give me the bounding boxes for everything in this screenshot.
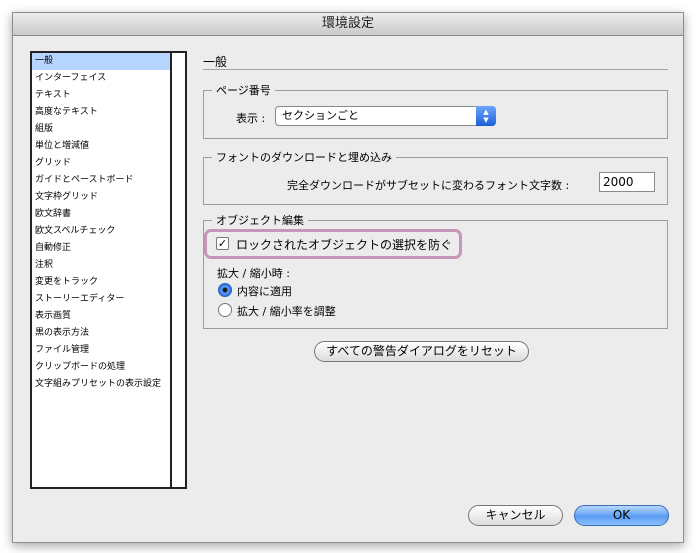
adjust-percentage-label[interactable]: 拡大 / 縮小率を調整: [237, 303, 336, 319]
prevent-selection-label[interactable]: ロックされたオブジェクトの選択を防ぐ: [236, 236, 452, 253]
font-download-label: フォントのダウンロードと埋め込み: [212, 149, 396, 165]
object-editing-label: オブジェクト編集: [212, 212, 308, 228]
apply-to-content-label[interactable]: 内容に適用: [237, 283, 292, 299]
sidebar-item[interactable]: 注釈: [32, 257, 170, 274]
adjust-percentage-radio[interactable]: [218, 303, 232, 317]
cancel-button[interactable]: キャンセル: [468, 505, 563, 526]
sidebar-item[interactable]: ストーリーエディター: [32, 291, 170, 308]
sidebar-item[interactable]: 欧文辞書: [32, 206, 170, 223]
sidebar-item[interactable]: インターフェイス: [32, 70, 170, 87]
sidebar-item[interactable]: ファイル管理: [32, 342, 170, 359]
reset-warnings-button[interactable]: すべての警告ダイアログをリセット: [314, 341, 529, 362]
page-numbering-label: ページ番号: [212, 82, 275, 98]
preferences-window: 環境設定 一般 インターフェイス テキスト 高度なテキスト 組版 単位と増減値 グリッド ガイ…: [12, 12, 684, 543]
prevent-selection-checkbox[interactable]: ✓: [216, 237, 229, 250]
font-threshold-label: 完全ダウンロードがサブセットに変わるフォント文字数 :: [287, 179, 570, 192]
category-list-items: 一般 インターフェイス テキスト 高度なテキスト 組版 単位と増減値 グリッド ガイドとペース…: [32, 53, 170, 393]
window-title: 環境設定: [13, 13, 683, 36]
category-list[interactable]: 一般 インターフェイス テキスト 高度なテキスト 組版 単位と増減値 グリッド ガイドとペース…: [30, 51, 187, 489]
sidebar-item[interactable]: 自動修正: [32, 240, 170, 257]
sidebar-item[interactable]: 文字組みプリセットの表示設定: [32, 376, 170, 393]
section-divider: [203, 69, 668, 70]
font-download-group: フォントのダウンロードと埋め込み 完全ダウンロードがサブセットに変わるフォント文…: [203, 149, 668, 205]
sidebar-item[interactable]: テキスト: [32, 87, 170, 104]
sidebar-item[interactable]: 組版: [32, 121, 170, 138]
sidebar-item[interactable]: 単位と増減値: [32, 138, 170, 155]
sidebar-item[interactable]: 黒の表示方法: [32, 325, 170, 342]
sidebar-item[interactable]: 一般: [32, 53, 170, 70]
sidebar-item[interactable]: グリッド: [32, 155, 170, 172]
sidebar-item[interactable]: 表示画質: [32, 308, 170, 325]
view-select[interactable]: セクションごと ▲ ▼: [275, 106, 496, 126]
sidebar-item[interactable]: 変更をトラック: [32, 274, 170, 291]
sidebar-item[interactable]: 欧文スペルチェック: [32, 223, 170, 240]
page-numbering-group: ページ番号 表示 : セクションごと ▲ ▼: [203, 82, 668, 139]
font-threshold-input[interactable]: 2000: [599, 172, 655, 192]
select-arrows-icon: ▲ ▼: [476, 106, 496, 126]
sidebar-item[interactable]: 文字枠グリッド: [32, 189, 170, 206]
section-title: 一般: [203, 55, 228, 69]
ok-button[interactable]: OK: [574, 505, 669, 526]
category-list-scrollbar[interactable]: [170, 53, 185, 487]
view-label: 表示 :: [236, 112, 266, 125]
scaling-label: 拡大 / 縮小時 :: [217, 267, 290, 280]
sidebar-item[interactable]: クリップボードの処理: [32, 359, 170, 376]
view-select-value: セクションごと: [282, 109, 359, 122]
sidebar-item[interactable]: ガイドとペーストボード: [32, 172, 170, 189]
apply-to-content-radio[interactable]: [218, 283, 232, 297]
sidebar-item[interactable]: 高度なテキスト: [32, 104, 170, 121]
